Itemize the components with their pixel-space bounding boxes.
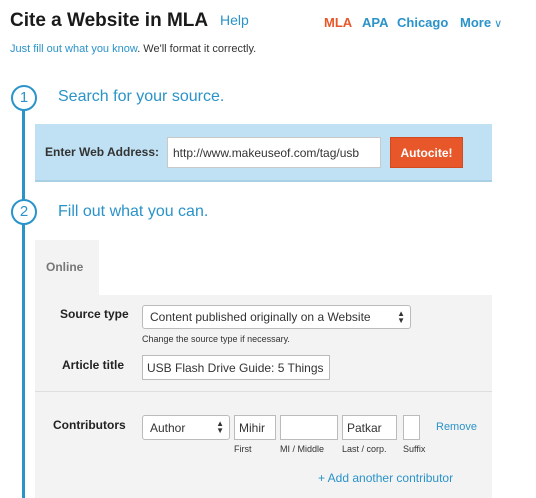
web-address-input[interactable] <box>167 137 381 168</box>
more-styles-label: More <box>460 15 492 30</box>
subtitle: Just fill out what you know. We'll forma… <box>10 43 256 55</box>
source-type-hint: Change the source type if necessary. <box>142 334 290 344</box>
select-arrows-icon: ▲ ▼ <box>397 309 405 325</box>
style-mla-link[interactable]: MLA <box>324 15 352 30</box>
step-2-title: Fill out what you can. <box>58 203 209 220</box>
last-name-input[interactable] <box>342 415 397 440</box>
page-title: Cite a Website in MLA <box>10 10 209 31</box>
subtitle-text: . We'll format it correctly. <box>137 43 257 55</box>
first-name-label: First <box>234 444 252 454</box>
contributor-role-value: Author <box>150 421 186 435</box>
middle-name-label: MI / Middle <box>280 444 325 454</box>
more-styles-dropdown[interactable]: More ∨ <box>460 15 502 30</box>
remove-contributor-link[interactable]: Remove <box>436 421 477 433</box>
source-type-value: Content published originally on a Websit… <box>150 310 371 324</box>
style-chicago-link[interactable]: Chicago <box>397 15 448 30</box>
step-1-circle: 1 <box>11 85 37 111</box>
contributor-role-select[interactable]: Author ▲ ▼ <box>142 415 230 440</box>
subtitle-link[interactable]: Just fill out what you know <box>10 43 137 55</box>
step-2-circle: 2 <box>11 199 37 225</box>
autocite-button[interactable]: Autocite! <box>390 137 463 168</box>
select-arrows-icon: ▲ ▼ <box>216 419 224 435</box>
style-apa-link[interactable]: APA <box>362 15 388 30</box>
article-title-input[interactable] <box>142 355 330 380</box>
help-link[interactable]: Help <box>220 12 249 28</box>
first-name-input[interactable] <box>234 415 276 440</box>
add-contributor-link[interactable]: + Add another contributor <box>318 471 453 485</box>
source-type-select[interactable]: Content published originally on a Websit… <box>142 305 411 329</box>
last-name-label: Last / corp. <box>342 444 387 454</box>
timeline-line <box>22 110 25 498</box>
form-divider <box>35 391 492 392</box>
source-type-label: Source type <box>60 307 129 321</box>
contributors-label: Contributors <box>53 418 126 432</box>
chevron-down-icon: ∨ <box>494 18 503 30</box>
suffix-label: Suffix <box>403 444 426 454</box>
tab-online-label: Online <box>46 260 84 274</box>
article-title-label: Article title <box>62 358 125 372</box>
web-address-label: Enter Web Address: <box>45 145 160 159</box>
suffix-input[interactable] <box>403 415 420 440</box>
middle-name-input[interactable] <box>280 415 338 440</box>
step-1-title: Search for your source. <box>58 88 225 105</box>
